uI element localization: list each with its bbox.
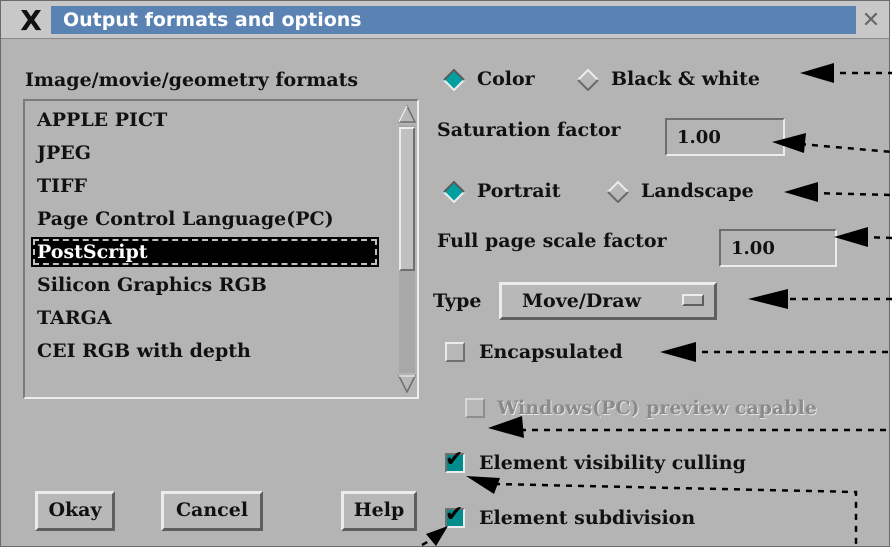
encapsulated-label[interactable]: Encapsulated [479,341,623,363]
scroll-down-arrow-icon[interactable] [398,375,416,393]
list-item-targa[interactable]: TARGA [31,303,112,333]
scale-input[interactable]: 1.00 [719,229,837,267]
cancel-button[interactable]: Cancel [161,491,263,531]
saturation-label: Saturation factor [437,119,621,141]
scale-label: Full page scale factor [437,230,667,252]
landscape-label[interactable]: Landscape [641,180,754,202]
formats-list[interactable]: APPLE PICT JPEG TIFF Page Control Langua… [23,99,419,399]
help-button[interactable]: Help [341,491,417,531]
list-item-sgi-rgb[interactable]: Silicon Graphics RGB [31,270,267,300]
encapsulated-checkbox[interactable] [445,342,465,362]
list-item-pcl[interactable]: Page Control Language(PC) [31,204,334,234]
list-item-postscript[interactable]: PostScript [31,237,379,267]
list-item-tiff[interactable]: TIFF [31,171,87,201]
close-icon[interactable]: ✕ [857,7,885,35]
landscape-radio-icon[interactable] [607,181,629,203]
visibility-culling-checkbox[interactable]: ✔ [445,447,465,473]
window-title: Output formats and options [51,6,856,34]
bw-label[interactable]: Black & white [611,68,760,90]
type-option-menu[interactable]: Move/Draw [499,282,717,320]
list-item-jpeg[interactable]: JPEG [31,138,91,168]
saturation-input[interactable]: 1.00 [665,118,785,156]
checkmark-icon: ✔ [445,502,464,527]
visibility-culling-label[interactable]: Element visibility culling [479,452,746,474]
subdivision-label[interactable]: Element subdivision [479,507,695,529]
checkmark-icon: ✔ [445,447,464,472]
color-label[interactable]: Color [477,68,535,90]
output-formats-dialog: X Output formats and options ✕ Image/mov… [0,0,890,547]
scroll-thumb[interactable] [399,127,415,271]
windows-preview-label[interactable]: Windows(PC) preview capable [497,397,817,419]
portrait-label[interactable]: Portrait [477,180,561,202]
option-menu-indicator-icon [682,294,704,306]
color-radio-icon[interactable] [443,69,465,91]
formats-heading: Image/movie/geometry formats [25,69,359,91]
list-item-apple-pict[interactable]: APPLE PICT [31,105,167,135]
subdivision-checkbox[interactable]: ✔ [445,502,465,528]
windows-preview-checkbox[interactable] [465,398,485,418]
scroll-up-arrow-icon[interactable] [398,105,416,123]
formats-list-viewport: APPLE PICT JPEG TIFF Page Control Langua… [27,105,391,395]
title-bar[interactable]: X Output formats and options ✕ [1,1,889,39]
x-logo-icon[interactable]: X [15,7,47,35]
formats-scrollbar[interactable] [397,103,417,395]
type-option-value: Move/Draw [522,290,641,312]
bw-radio-icon[interactable] [577,69,599,91]
okay-button[interactable]: Okay [35,491,115,531]
list-item-cei-rgb[interactable]: CEI RGB with depth [31,336,251,366]
type-label: Type [433,290,482,312]
portrait-radio-icon[interactable] [443,181,465,203]
